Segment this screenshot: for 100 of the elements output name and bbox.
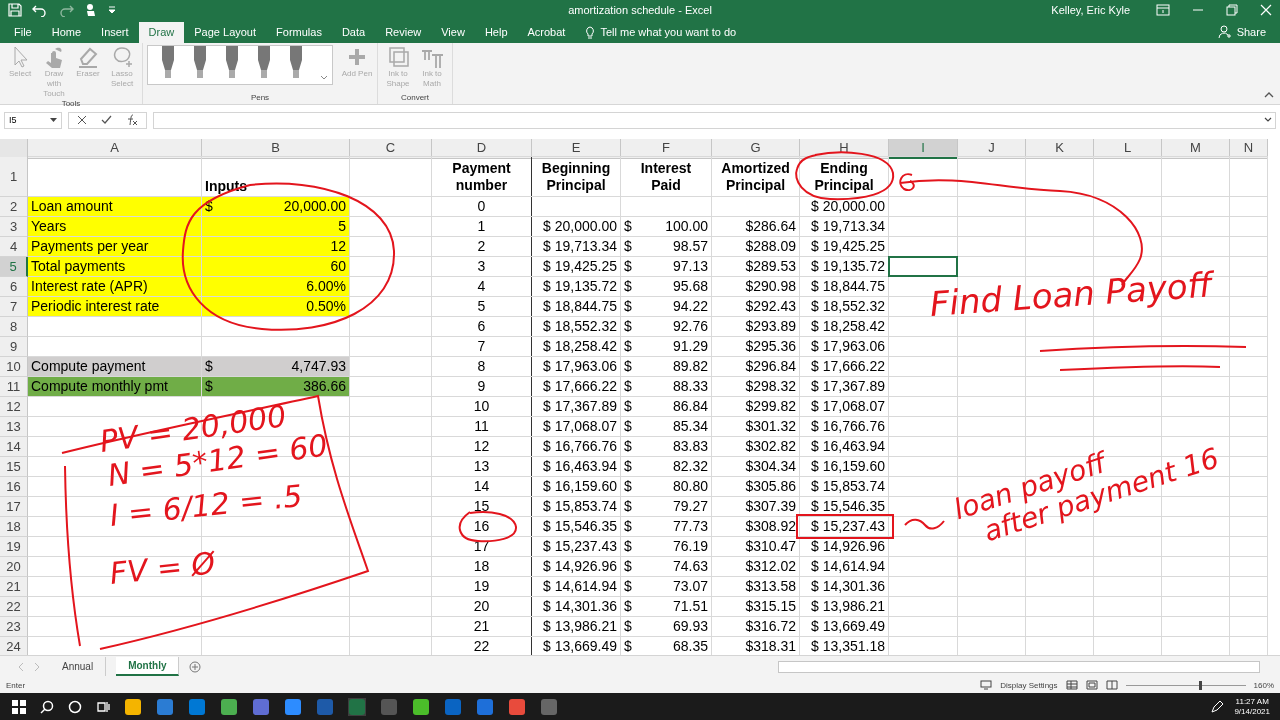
ribbon-tab[interactable]: File	[4, 21, 42, 43]
row-header[interactable]: 17	[0, 496, 28, 517]
row-header[interactable]: 16	[0, 476, 28, 497]
row-header[interactable]: 2	[0, 196, 28, 217]
ribbon-tab[interactable]: Help	[474, 21, 518, 43]
ribbon-display-icon[interactable]	[1156, 3, 1170, 16]
app-tile-icon[interactable]	[284, 697, 302, 716]
ribbon-tab[interactable]: Acrobat	[517, 21, 576, 43]
row-header[interactable]: 5	[0, 256, 28, 277]
horizontal-scrollbar[interactable]	[778, 660, 1260, 673]
column-header[interactable]: D	[432, 138, 532, 159]
row-header[interactable]: 11	[0, 376, 28, 397]
ribbon-tab[interactable]: Formulas	[266, 21, 332, 43]
ribbon-tab[interactable]: View	[431, 21, 475, 43]
display-settings-button[interactable]: Display Settings	[1000, 680, 1058, 690]
restore-icon[interactable]	[1226, 3, 1238, 16]
clock-time[interactable]: 11:27 AM	[1235, 696, 1269, 707]
app-tile-icon[interactable]	[348, 697, 366, 716]
app-tile-icon[interactable]	[476, 697, 494, 716]
collapse-ribbon-icon[interactable]	[1264, 90, 1274, 98]
customize-icon[interactable]	[108, 4, 116, 15]
app-tile-icon[interactable]	[188, 697, 206, 716]
app-tile-icon[interactable]	[252, 697, 270, 716]
app-tile-icon[interactable]	[540, 697, 558, 716]
cell-text: $289.53	[745, 257, 796, 274]
column-header[interactable]: A	[28, 138, 202, 159]
column-header[interactable]: N	[1230, 138, 1268, 159]
row-header[interactable]: 12	[0, 396, 28, 417]
row-header[interactable]: 4	[0, 236, 28, 257]
row-header[interactable]: 23	[0, 616, 28, 637]
column-header[interactable]: B	[202, 138, 350, 159]
ribbon-tab[interactable]: Draw	[138, 21, 185, 43]
zoom-level[interactable]: 160%	[1253, 680, 1274, 690]
expand-icon[interactable]	[1264, 117, 1272, 124]
row-header[interactable]: 6	[0, 276, 28, 297]
sheet-tab[interactable]: Monthly	[116, 657, 180, 677]
column-header[interactable]: K	[1026, 138, 1094, 159]
column-header[interactable]: E	[532, 138, 621, 159]
cell-text: $ 15,853.74	[543, 497, 617, 514]
row-header[interactable]: 14	[0, 436, 28, 457]
app-tile-icon[interactable]	[380, 697, 398, 716]
name-box[interactable]: I5	[4, 111, 62, 129]
app-tile-icon[interactable]	[156, 697, 174, 716]
ribbon-tab[interactable]: Data	[331, 21, 376, 43]
app-tile-icon[interactable]	[124, 697, 142, 716]
app-tile-icon[interactable]	[508, 697, 526, 716]
add-sheet-icon[interactable]	[189, 660, 202, 673]
share-button[interactable]: Share	[1236, 26, 1266, 39]
insert-function-icon[interactable]	[126, 114, 138, 127]
row-header[interactable]: 3	[0, 216, 28, 237]
row-header[interactable]: 18	[0, 516, 28, 537]
ribbon-tab[interactable]: Review	[375, 21, 432, 43]
cancel-icon[interactable]	[77, 115, 87, 126]
cell-text: $ 16,766.76	[811, 417, 885, 434]
column-header[interactable]: C	[350, 138, 432, 159]
clock-date[interactable]: 9/14/2021	[1234, 706, 1270, 717]
row-header[interactable]: 10	[0, 356, 28, 377]
column-header[interactable]: G	[712, 138, 800, 159]
app-tile-icon[interactable]	[316, 697, 334, 716]
row-header[interactable]: 19	[0, 536, 28, 557]
search-icon[interactable]	[40, 699, 54, 714]
dropdown-icon[interactable]	[320, 74, 328, 81]
column-header[interactable]: L	[1094, 138, 1162, 159]
pen-gallery[interactable]	[147, 44, 333, 85]
app-tile-icon[interactable]	[220, 697, 238, 716]
save-icon[interactable]	[8, 2, 22, 17]
enter-check-icon[interactable]	[101, 115, 112, 126]
row-header[interactable]: 22	[0, 596, 28, 617]
column-header[interactable]: F	[621, 138, 712, 159]
selected-cell[interactable]	[888, 255, 958, 277]
tell-me-search[interactable]: Tell me what you want to do	[600, 26, 737, 39]
row-header[interactable]: 1	[0, 156, 28, 197]
close-icon[interactable]	[1260, 3, 1272, 16]
row-header[interactable]: 15	[0, 456, 28, 477]
circle-icon[interactable]	[68, 699, 82, 714]
windows-logo-icon[interactable]	[12, 699, 26, 714]
row-header[interactable]: 20	[0, 556, 28, 577]
row-header[interactable]: 21	[0, 576, 28, 597]
ribbon-tab[interactable]: Home	[41, 21, 92, 43]
zoom-slider-thumb[interactable]	[1198, 680, 1202, 690]
row-header[interactable]: 8	[0, 316, 28, 337]
ribbon-tab[interactable]: Insert	[91, 21, 139, 43]
page-break-icon[interactable]	[1105, 680, 1118, 691]
column-header[interactable]: J	[958, 138, 1026, 159]
row-header[interactable]: 13	[0, 416, 28, 437]
formula-input[interactable]	[153, 111, 1276, 129]
person-add-icon	[1217, 25, 1232, 40]
normal-view-icon[interactable]	[1065, 680, 1078, 691]
sheet-tab[interactable]: Annual	[50, 657, 107, 677]
row-header[interactable]: 7	[0, 296, 28, 317]
app-tile-icon[interactable]	[444, 697, 462, 716]
task-view-icon[interactable]	[96, 699, 110, 714]
page-layout-icon[interactable]	[1085, 680, 1098, 691]
app-tile-icon[interactable]	[412, 697, 430, 716]
column-header[interactable]: I	[889, 138, 958, 159]
table-cell-text: $ 86.84	[623, 396, 709, 416]
pen-icon[interactable]	[1210, 699, 1225, 714]
column-header[interactable]: M	[1162, 138, 1230, 159]
row-header[interactable]: 9	[0, 336, 28, 357]
ribbon-tab[interactable]: Page Layout	[184, 21, 267, 43]
